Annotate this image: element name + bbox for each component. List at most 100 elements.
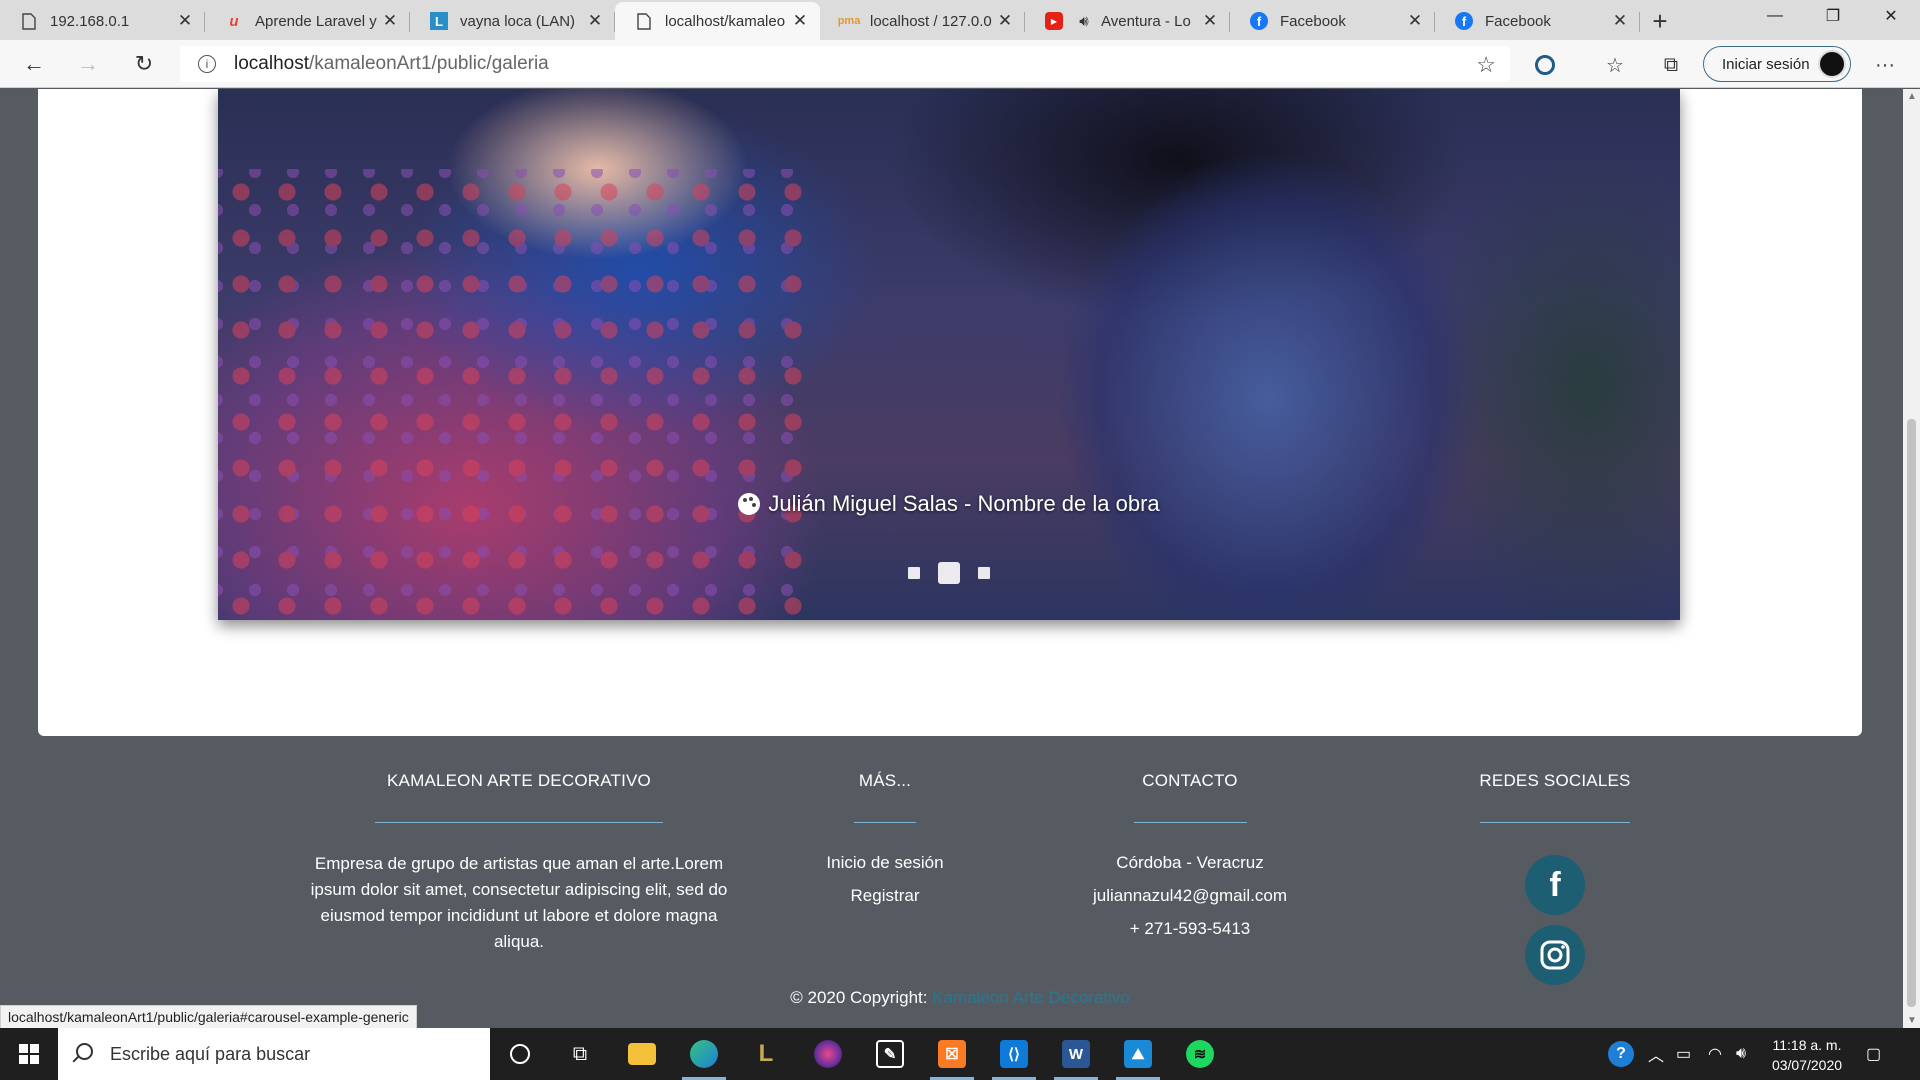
window-controls: — ❐ ✕ [1746,0,1920,32]
photos-icon[interactable]: ⛰ [1108,1028,1168,1080]
league-icon[interactable]: L [736,1028,796,1080]
page-scrollbar[interactable]: ▲ ▼ [1903,89,1920,1028]
tab-2[interactable]: u Aprende Laravel y ✕ [205,2,410,40]
scroll-down-arrow-icon[interactable]: ▼ [1907,1015,1917,1026]
tab-6[interactable]: ▶ 🔊︎ Aventura - Lo ✕ [1025,2,1230,40]
task-view-icon[interactable]: ⧉ [550,1028,610,1080]
tab-4-active[interactable]: localhost/kamaleo ✕ [615,2,820,40]
tab-title: 192.168.0.1 [50,12,130,30]
tab-7[interactable]: f Facebook ✕ [1230,2,1435,40]
phpmyadmin-icon: pma [837,15,861,27]
close-icon[interactable]: ✕ [380,11,400,31]
scroll-up-arrow-icon[interactable]: ▲ [1907,91,1917,102]
tab-title: Aventura - Lo [1101,12,1191,30]
tab-8[interactable]: f Facebook ✕ [1435,2,1640,40]
xampp-icon[interactable]: ☒ [922,1028,982,1080]
taskbar: Escribe aquí para buscar ⧉ L ✎ ☒ ⟨⟩ W ⛰ … [0,1028,1920,1080]
close-icon[interactable]: ✕ [175,11,195,31]
edge-icon[interactable] [674,1028,734,1080]
favorites-icon[interactable]: ☆ [1600,50,1630,80]
file-explorer-icon[interactable] [612,1028,672,1080]
carousel-indicator-1[interactable] [908,567,920,579]
divider [854,822,916,823]
divider [1133,822,1247,823]
refresh-button[interactable]: ↻ [128,48,160,80]
footer-contact: CONTACTO Córdoba - Veracruz juliannazul4… [1060,771,1320,939]
footer-more-heading: MÁS... [858,771,912,790]
close-icon[interactable]: ✕ [790,11,810,31]
tab-1[interactable]: 192.168.0.1 ✕ [0,2,205,40]
volume-icon[interactable]: 🔊︎ [1736,1028,1746,1080]
tab-strip: 192.168.0.1 ✕ u Aprende Laravel y ✕ L va… [0,0,1920,40]
taskbar-search[interactable]: Escribe aquí para buscar [58,1028,490,1080]
windows-icon [19,1044,39,1064]
battery-icon[interactable]: ▭ [1676,1028,1691,1080]
close-window-button[interactable]: ✕ [1862,0,1920,32]
more-menu-icon[interactable]: ··· [1870,50,1900,80]
page-icon [635,12,653,30]
maximize-button[interactable]: ❐ [1804,0,1862,32]
help-tray-icon[interactable]: ? [1608,1028,1634,1080]
wifi-icon[interactable]: ◠ [1708,1028,1722,1080]
vscode-icon[interactable]: ⟨⟩ [984,1028,1044,1080]
url-host: localhost [234,53,309,74]
info-icon[interactable]: i [198,55,216,73]
tab-title: Facebook [1280,12,1346,30]
extension-icon[interactable] [1530,50,1560,80]
contact-email: juliannazul42@gmail.com [1093,886,1287,905]
tab-title: Aprende Laravel y [255,12,377,30]
clock-date: 03/07/2020 [1771,1057,1843,1073]
footer-social: REDES SOCIALES f [1455,771,1655,985]
avatar [1818,50,1846,78]
system-clock[interactable]: 11:18 a. m. 03/07/2020 [1762,1035,1852,1075]
carousel-indicator-3[interactable] [978,567,990,579]
painting-image [218,169,818,620]
address-bar[interactable]: i localhost/kamaleonArt1/public/galeria … [180,46,1510,82]
favorite-star-icon[interactable]: ☆ [1476,52,1496,78]
notifications-icon[interactable]: ▢ [1866,1028,1881,1080]
scrollbar-thumb[interactable] [1907,419,1916,1007]
divider [1480,822,1630,823]
close-icon[interactable]: ✕ [995,11,1015,31]
close-icon[interactable]: ✕ [1405,11,1425,31]
close-icon[interactable]: ✕ [1200,11,1220,31]
footer-about-heading: KAMALEON ARTE DECORATIVO [387,771,651,790]
footer-contact-heading: CONTACTO [1142,771,1238,790]
cortana-icon[interactable] [490,1028,550,1080]
copyright-text: © 2020 Copyright: [790,988,928,1007]
notes-app-icon[interactable]: ✎ [860,1028,920,1080]
tab-5[interactable]: pma localhost / 127.0.0 ✕ [820,2,1025,40]
register-link[interactable]: Registrar [800,886,970,906]
footer-about: KAMALEON ARTE DECORATIVO Empresa de grup… [300,771,738,955]
close-icon[interactable]: ✕ [585,11,605,31]
collections-icon[interactable]: ⧉ [1656,50,1686,80]
copyright-brand-link[interactable]: Kamaleon Arte Decorativo [932,988,1130,1007]
forward-button[interactable]: → [72,48,104,80]
search-placeholder: Escribe aquí para buscar [110,1043,311,1064]
spotify-icon[interactable]: ≋ [1170,1028,1230,1080]
login-link[interactable]: Inicio de sesión [800,853,970,873]
speaker-icon[interactable]: 🔊︎ [1075,12,1093,30]
page-viewport: Julián Miguel Salas - Nombre de la obra … [0,89,1920,1028]
close-icon[interactable]: ✕ [1610,11,1630,31]
show-hidden-icons-icon[interactable]: ︿ [1648,1028,1664,1080]
word-icon[interactable]: W [1046,1028,1106,1080]
instagram-icon[interactable] [1525,925,1585,985]
start-button[interactable] [0,1028,58,1080]
new-tab-button[interactable]: + [1640,2,1680,40]
search-icon [76,1043,93,1060]
l-app-icon: L [430,12,448,30]
back-button[interactable]: ← [18,48,50,80]
clock-time: 11:18 a. m. [1772,1037,1842,1053]
signin-button[interactable]: Iniciar sesión [1703,46,1851,82]
minimize-button[interactable]: — [1746,0,1804,32]
facebook-icon[interactable]: f [1525,855,1585,915]
tab-title: localhost / 127.0.0 [870,12,992,30]
tab-3[interactable]: L vayna loca (LAN) ✕ [410,2,615,40]
gallery-carousel[interactable]: Julián Miguel Salas - Nombre de la obra [218,89,1680,620]
paint-app-icon[interactable] [798,1028,858,1080]
contact-phone: + 271-593-5413 [1129,919,1251,938]
tab-title: localhost/kamaleo [665,12,786,30]
carousel-indicator-2[interactable] [938,562,960,584]
url-path: /kamaleonArt1/public/galeria [309,53,549,74]
